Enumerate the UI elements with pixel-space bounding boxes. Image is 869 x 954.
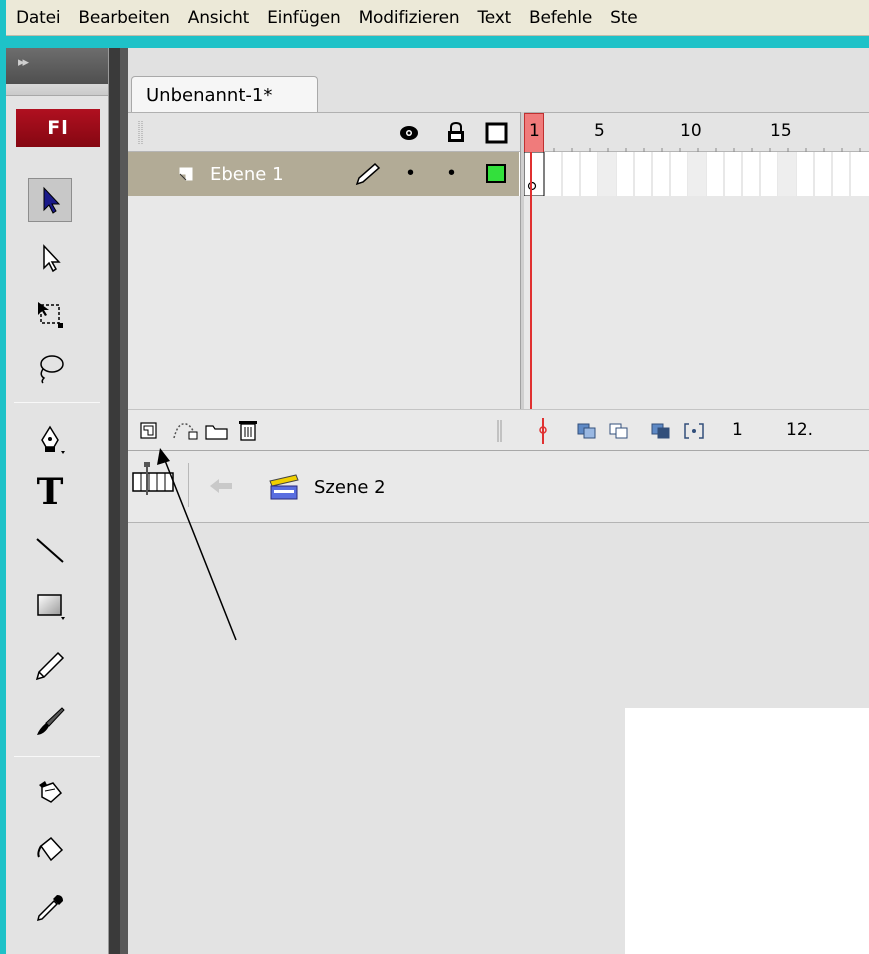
subselection-tool-icon [43, 244, 61, 273]
playhead-line [530, 152, 532, 409]
timeline-toggle-icon[interactable] [132, 461, 176, 501]
onion-skin-icon[interactable] [576, 422, 598, 440]
brush-tool-button[interactable] [28, 700, 72, 744]
edit-multiple-frames-icon[interactable] [650, 422, 672, 440]
menu-befehle[interactable]: Befehle [520, 8, 601, 28]
paint-bucket-tool-icon [37, 836, 64, 862]
pen-tool-button[interactable] [28, 418, 72, 462]
flash-logo: Fl [16, 109, 100, 147]
timeline-grip-icon[interactable] [138, 121, 144, 145]
pencil-tool-button[interactable] [28, 644, 72, 688]
line-tool-button[interactable] [28, 528, 72, 572]
lock-all-layers-icon[interactable] [446, 121, 466, 143]
eyedropper-tool-button[interactable] [28, 886, 72, 930]
timeline-splitter[interactable] [520, 112, 524, 451]
frame-number-1: 1 [529, 121, 540, 141]
subselection-tool-button[interactable] [28, 236, 72, 280]
new-folder-icon[interactable] [204, 421, 230, 441]
tools-panel-subheader [6, 84, 108, 96]
frame-number-5: 5 [594, 121, 605, 141]
text-tool-icon: T [36, 471, 64, 513]
empty-layers-area[interactable] [128, 196, 869, 409]
tools-separator [14, 756, 100, 757]
edit-bar-separator [188, 463, 189, 507]
stage[interactable] [625, 708, 869, 954]
free-transform-tool-button[interactable] [28, 292, 72, 336]
rectangle-tool-icon [37, 594, 65, 620]
menu-steuerung[interactable]: Ste [601, 8, 646, 28]
document-tab[interactable]: Unbenannt-1* [131, 76, 318, 114]
layer-visible-dot[interactable]: • [407, 162, 414, 185]
pen-tool-icon [41, 425, 65, 454]
panel-divider[interactable] [109, 48, 120, 954]
show-hide-all-layers-icon[interactable] [398, 123, 420, 143]
layer-name-cell[interactable]: Ebene 1 • • [128, 152, 519, 196]
new-layer-icon[interactable] [140, 422, 158, 440]
edit-bar: Szene 2 [128, 451, 869, 523]
collapse-icon[interactable]: ▸▸ [18, 54, 29, 69]
paint-bucket-tool-button[interactable] [28, 828, 72, 872]
ink-bottle-tool-button[interactable] [28, 770, 72, 814]
scene-icon [269, 474, 299, 500]
frame-rate-value: 12. [786, 420, 814, 440]
menu-einfuegen[interactable]: Einfügen [258, 8, 349, 28]
back-arrow-icon[interactable] [208, 477, 234, 495]
tools-panel: ▸▸ Fl T [6, 48, 109, 954]
selection-tool-button[interactable] [28, 178, 72, 222]
layer-lock-dot[interactable]: • [448, 162, 455, 185]
scene-name[interactable]: Szene 2 [314, 477, 386, 498]
rectangle-tool-button[interactable] [28, 584, 72, 628]
tools-panel-header[interactable]: ▸▸ [6, 48, 108, 84]
selection-tool-icon [43, 186, 61, 214]
menu-ansicht[interactable]: Ansicht [179, 8, 258, 28]
frame-number-15: 15 [770, 121, 792, 141]
layer-name: Ebene 1 [210, 164, 284, 185]
frames-area[interactable] [523, 151, 869, 197]
menu-modifizieren[interactable]: Modifizieren [350, 8, 469, 28]
text-tool-button[interactable]: T [28, 470, 72, 514]
brush-tool-icon [37, 707, 65, 735]
menu-bearbeiten[interactable]: Bearbeiten [69, 8, 178, 28]
line-tool-icon [36, 538, 64, 563]
layer-outline-color[interactable] [486, 164, 506, 183]
add-motion-guide-icon[interactable] [172, 420, 198, 440]
modify-onion-markers-icon[interactable] [683, 422, 705, 440]
layer-icon [179, 167, 193, 181]
timeline-footer: 1 12. [128, 409, 869, 451]
delete-layer-icon[interactable] [238, 418, 258, 442]
frame-cells [523, 151, 869, 197]
center-frame-icon[interactable] [538, 418, 548, 444]
lasso-tool-button[interactable] [28, 346, 72, 390]
ink-bottle-tool-icon [39, 781, 63, 803]
panel-divider-inner [120, 48, 128, 954]
timeline-header: 1 5 10 15 [128, 112, 869, 153]
onion-skin-outlines-icon[interactable] [608, 422, 630, 440]
menu-bar: Datei Bearbeiten Ansicht Einfügen Modifi… [6, 0, 869, 36]
footer-grip-icon[interactable] [496, 420, 504, 442]
pencil-tool-icon [35, 651, 65, 681]
document-area: Unbenannt-1* 1 5 10 15 Ebene 1 • • 1 12.… [128, 48, 869, 954]
frame-number-10: 10 [680, 121, 702, 141]
outline-all-layers-icon[interactable] [485, 122, 509, 144]
lasso-tool-icon [40, 355, 64, 384]
eyedropper-tool-icon [36, 895, 63, 922]
tools-separator [14, 402, 100, 403]
menu-datei[interactable]: Datei [6, 8, 69, 28]
free-transform-tool-icon [38, 302, 63, 328]
document-tab-bar: Unbenannt-1* [128, 48, 869, 114]
pencil-edit-icon [355, 162, 381, 186]
menu-text[interactable]: Text [468, 8, 520, 28]
frame-ruler[interactable]: 1 5 10 15 [524, 113, 869, 153]
current-frame-value: 1 [732, 420, 743, 440]
